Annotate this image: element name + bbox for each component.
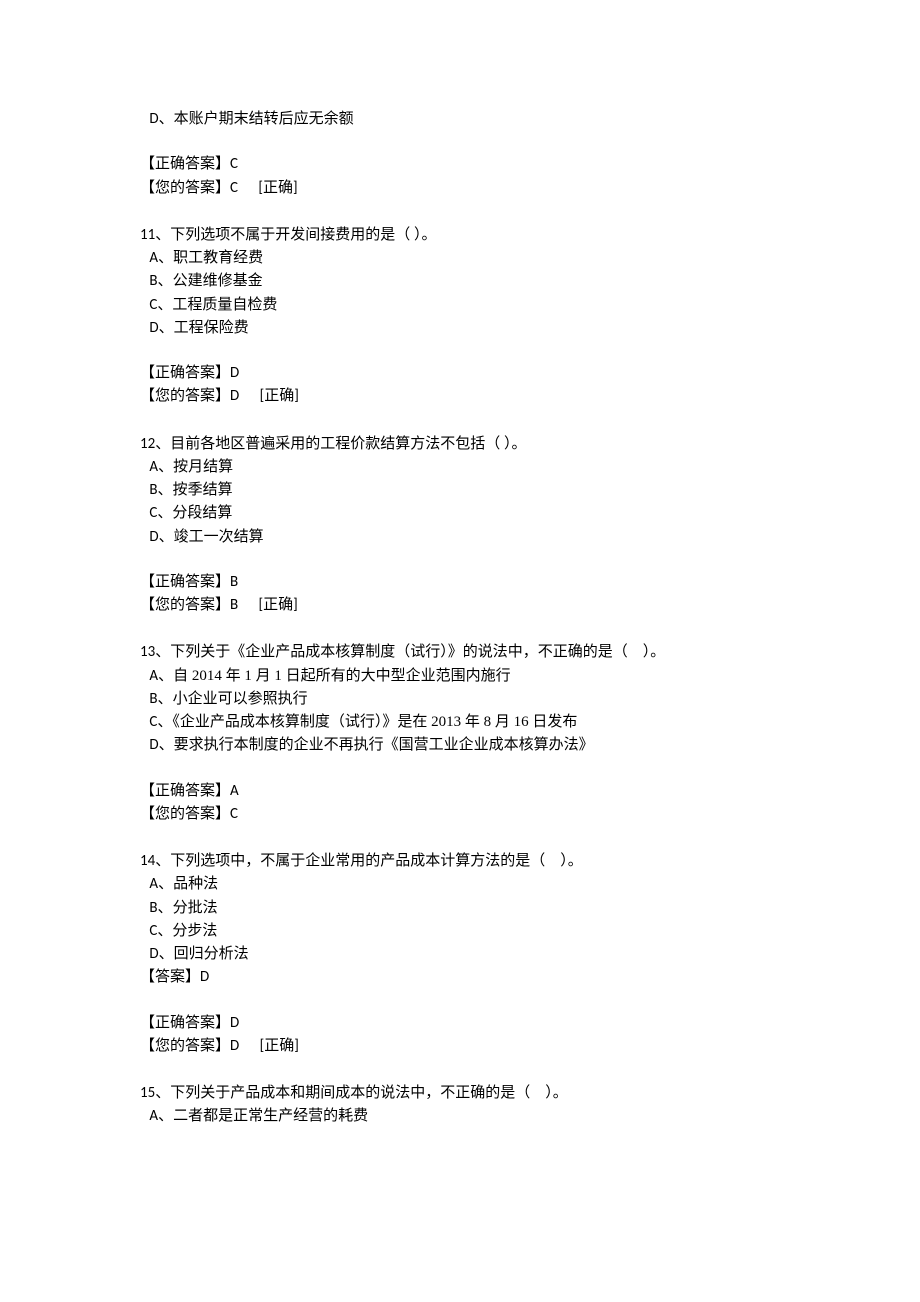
option-a: A、品种法 — [140, 873, 780, 896]
option-b: B、分批法 — [140, 897, 780, 920]
correct-answer: 【正确答案】B — [140, 571, 780, 594]
your-answer: 【您的答案】B [正确] — [140, 594, 780, 617]
question-stem: 11、下列选项不属于开发间接费用的是（ ）。 — [140, 224, 780, 247]
correct-answer: 【正确答案】D — [140, 362, 780, 385]
correct-answer: 【正确答案】C — [140, 153, 780, 176]
option-d: D、本账户期末结转后应无余额 — [140, 108, 780, 131]
option-c: C、分段结算 — [140, 502, 780, 525]
option-a: A、自 2014 年 1 月 1 日起所有的大中型企业范围内施行 — [140, 665, 780, 688]
question-stem: 12、目前各地区普遍采用的工程价款结算方法不包括（ ）。 — [140, 433, 780, 456]
question-12: 12、目前各地区普遍采用的工程价款结算方法不包括（ ）。 A、按月结算 B、按季… — [140, 433, 780, 618]
question-11: 11、下列选项不属于开发间接费用的是（ ）。 A、职工教育经费 B、公建维修基金… — [140, 224, 780, 409]
option-a: A、二者都是正常生产经营的耗费 — [140, 1105, 780, 1128]
exam-page: D、本账户期末结转后应无余额 【正确答案】C 【您的答案】C [正确] 11、下… — [0, 0, 920, 1302]
question-15: 15、下列关于产品成本和期间成本的说法中，不正确的是（ ）。 A、二者都是正常生… — [140, 1082, 780, 1129]
option-b: B、公建维修基金 — [140, 270, 780, 293]
your-answer: 【您的答案】D [正确] — [140, 385, 780, 408]
question-stem: 13、下列关于《企业产品成本核算制度（试行）》的说法中，不正确的是（ ）。 — [140, 641, 780, 664]
option-c: C、分步法 — [140, 920, 780, 943]
option-c: C、工程质量自检费 — [140, 294, 780, 317]
option-b: B、按季结算 — [140, 479, 780, 502]
option-a: A、按月结算 — [140, 456, 780, 479]
option-d: D、要求执行本制度的企业不再执行《国营工业企业成本核算办法》 — [140, 734, 780, 757]
your-answer: 【您的答案】C — [140, 803, 780, 826]
correct-answer: 【正确答案】A — [140, 780, 780, 803]
option-d: D、工程保险费 — [140, 317, 780, 340]
option-b: B、小企业可以参照执行 — [140, 688, 780, 711]
option-d: D、回归分析法 — [140, 943, 780, 966]
question-14: 14、下列选项中，不属于企业常用的产品成本计算方法的是（ ）。 A、品种法 B、… — [140, 850, 780, 1058]
question-stem: 15、下列关于产品成本和期间成本的说法中，不正确的是（ ）。 — [140, 1082, 780, 1105]
your-answer: 【您的答案】D [正确] — [140, 1035, 780, 1058]
correct-answer: 【正确答案】D — [140, 1012, 780, 1035]
inline-answer: 【答案】D — [140, 966, 780, 989]
question-stem: 14、下列选项中，不属于企业常用的产品成本计算方法的是（ ）。 — [140, 850, 780, 873]
option-a: A、职工教育经费 — [140, 247, 780, 270]
option-c: C、《企业产品成本核算制度（试行）》是在 2013 年 8 月 16 日发布 — [140, 711, 780, 734]
question-10-partial: D、本账户期末结转后应无余额 【正确答案】C 【您的答案】C [正确] — [140, 108, 780, 200]
option-d: D、竣工一次结算 — [140, 526, 780, 549]
question-13: 13、下列关于《企业产品成本核算制度（试行）》的说法中，不正确的是（ ）。 A、… — [140, 641, 780, 826]
your-answer: 【您的答案】C [正确] — [140, 177, 780, 200]
